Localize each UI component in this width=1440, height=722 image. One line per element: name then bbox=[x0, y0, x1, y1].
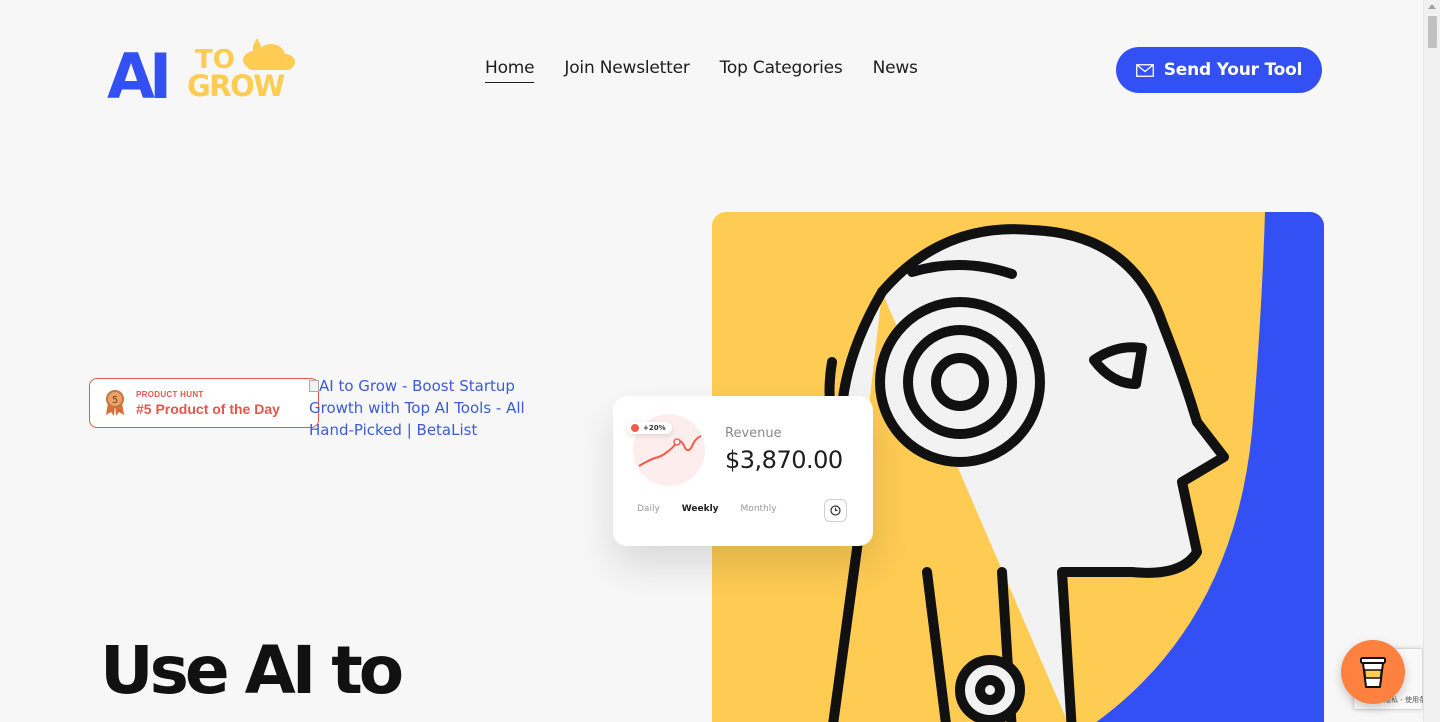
betalist-alt-text: AI to Grow - Boost Startup Growth with T… bbox=[309, 377, 525, 439]
revenue-period-tabs: Daily Weekly Monthly bbox=[637, 504, 777, 514]
scroll-up-arrow-icon[interactable] bbox=[1428, 4, 1436, 9]
buy-me-a-coffee-button[interactable] bbox=[1341, 640, 1405, 704]
nav-home[interactable]: Home bbox=[485, 58, 535, 83]
producthunt-badge[interactable]: 5 PRODUCT HUNT #5 Product of the Day bbox=[89, 378, 319, 428]
revenue-card: +20% Revenue $3,870.00 Daily Weekly Mont… bbox=[613, 396, 873, 546]
revenue-value: $3,870.00 bbox=[725, 446, 843, 474]
cloud-rocket-icon bbox=[243, 38, 295, 70]
nav-join-newsletter[interactable]: Join Newsletter bbox=[564, 58, 689, 83]
ph-rank: 5 bbox=[112, 395, 118, 406]
logo-ai-text: AI bbox=[107, 40, 167, 102]
tab-weekly[interactable]: Weekly bbox=[682, 504, 719, 514]
tab-daily[interactable]: Daily bbox=[637, 504, 660, 514]
tab-monthly[interactable]: Monthly bbox=[741, 504, 777, 514]
ph-eyebrow: PRODUCT HUNT bbox=[136, 389, 204, 399]
revenue-change-badge: +20% bbox=[627, 422, 672, 434]
send-your-tool-label: Send Your Tool bbox=[1163, 60, 1303, 80]
page-scrollbar[interactable] bbox=[1423, 0, 1440, 722]
medal-icon: 5 bbox=[106, 390, 124, 416]
mail-icon bbox=[1135, 63, 1154, 77]
ph-title: #5 Product of the Day bbox=[136, 400, 280, 417]
revenue-change-value: +20% bbox=[643, 424, 666, 432]
history-button[interactable] bbox=[824, 499, 847, 522]
coffee-cup-icon bbox=[1360, 657, 1386, 688]
send-your-tool-button[interactable]: Send Your Tool bbox=[1116, 47, 1322, 93]
logo-grow-text: GROW bbox=[187, 69, 285, 102]
broken-image-icon bbox=[309, 380, 319, 392]
site-logo[interactable]: AI TO GROW bbox=[107, 32, 297, 113]
hero-title: Use AI to bbox=[100, 632, 404, 709]
revenue-label: Revenue bbox=[725, 426, 782, 441]
main-nav: Home Join Newsletter Top Categories News bbox=[485, 58, 918, 83]
scroll-thumb[interactable] bbox=[1428, 16, 1437, 48]
nav-top-categories[interactable]: Top Categories bbox=[720, 58, 843, 83]
nav-news[interactable]: News bbox=[873, 58, 918, 83]
clock-icon bbox=[830, 505, 841, 516]
trend-dot-icon bbox=[631, 424, 639, 432]
betalist-badge-link[interactable]: AI to Grow - Boost Startup Growth with T… bbox=[309, 375, 549, 441]
